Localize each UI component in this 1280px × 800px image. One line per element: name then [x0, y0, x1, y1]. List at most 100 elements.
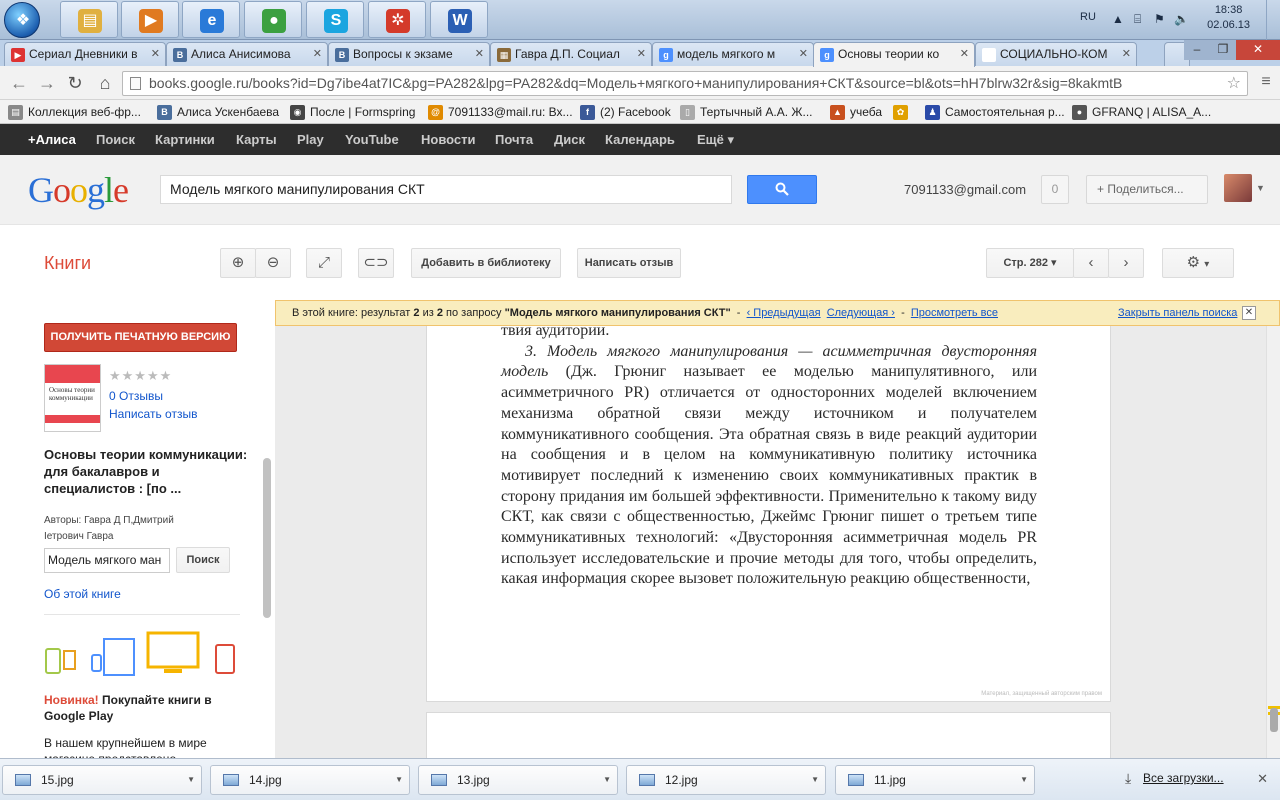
add-to-library-button[interactable]: Добавить в библиотеку	[411, 248, 561, 278]
taskbar-app-word[interactable]: W	[430, 1, 488, 38]
download-item[interactable]: 11.jpg ▼	[835, 765, 1035, 795]
download-item[interactable]: 14.jpg ▼	[210, 765, 410, 795]
link-button[interactable]: ⊂⊃	[358, 248, 394, 278]
flag-icon[interactable]: ⚑	[1154, 12, 1165, 26]
browser-tab[interactable]: В Алиса Анисимова ✕	[166, 42, 328, 66]
download-item[interactable]: 15.jpg ▼	[2, 765, 202, 795]
minimize-button[interactable]: –	[1184, 40, 1210, 60]
maximize-button[interactable]: ❐	[1210, 40, 1236, 60]
share-button[interactable]: + Поделиться...	[1086, 175, 1208, 204]
gbar-item[interactable]: Календарь	[605, 124, 675, 155]
tab-close-icon[interactable]: ✕	[313, 43, 322, 65]
gbar-item[interactable]: Play	[297, 124, 324, 155]
gbar-item[interactable]: Картинки	[155, 124, 215, 155]
gbar-item[interactable]: YouTube	[345, 124, 399, 155]
bookmark-item[interactable]: В Алиса Ускенбаева	[157, 103, 279, 121]
settings-button[interactable]: ⚙ ▾	[1162, 248, 1234, 278]
write-review-button[interactable]: Написать отзыв	[577, 248, 681, 278]
gbar-item[interactable]: Диск	[554, 124, 585, 155]
download-item[interactable]: 13.jpg ▼	[418, 765, 618, 795]
taskbar-app-skype[interactable]: S	[306, 1, 364, 38]
close-search-panel-link[interactable]: Закрыть панель поиска	[1118, 301, 1237, 325]
fullscreen-button[interactable]: ⤢	[306, 248, 342, 278]
address-bar[interactable]: books.google.ru/books?id=Dg7ibe4at7IC&pg…	[122, 71, 1248, 96]
bookmark-star-icon[interactable]: ☆	[1227, 72, 1241, 95]
volume-icon[interactable]: 🔈	[1174, 12, 1189, 26]
previous-page-button[interactable]: ‹	[1073, 248, 1109, 278]
account-email[interactable]: 7091133@gmail.com	[904, 182, 1026, 197]
taskbar-app-app-red[interactable]: ✲	[368, 1, 426, 38]
gbar-item[interactable]: Ещё ▾	[697, 124, 734, 155]
search-in-book-button[interactable]: Поиск	[176, 547, 230, 573]
gbar-item[interactable]: Новости	[421, 124, 476, 155]
chevron-down-icon[interactable]: ▼	[603, 766, 611, 794]
browser-tab[interactable]: ▦ Гавра Д.П. Социал ✕	[490, 42, 652, 66]
previous-result-link[interactable]: ‹ Предыдущая	[747, 307, 821, 319]
browser-tab[interactable]: СОЦИАЛЬНО-КОМ ✕	[975, 42, 1137, 66]
browser-tab[interactable]: В Вопросы к экзаме ✕	[328, 42, 490, 66]
browser-tab[interactable]: g Основы теории ко ✕	[813, 42, 975, 67]
browser-tab[interactable]: g модель мягкого м ✕	[652, 42, 814, 66]
forward-button[interactable]: →	[36, 72, 58, 94]
zoom-in-button[interactable]: ⊕	[220, 248, 256, 278]
bookmark-item[interactable]: ✿	[893, 103, 913, 121]
books-section-title[interactable]: Книги	[44, 253, 91, 274]
gbar-item[interactable]: Почта	[495, 124, 533, 155]
all-downloads-link[interactable]: Все загрузки...	[1143, 771, 1224, 785]
next-result-link[interactable]: Следующая ›	[827, 307, 895, 319]
bookmark-item[interactable]: ◉ После | Formspring	[290, 103, 415, 121]
start-button[interactable]: ❖	[4, 2, 40, 38]
clock[interactable]: 18:38 02.06.13	[1207, 3, 1250, 33]
tab-close-icon[interactable]: ✕	[475, 43, 484, 65]
home-button[interactable]: ⌂	[94, 72, 116, 94]
tray-arrow-icon[interactable]: ▲	[1112, 12, 1124, 26]
tab-close-icon[interactable]: ✕	[799, 43, 808, 65]
taskbar-app-explorer[interactable]: ▤	[60, 1, 118, 38]
search-button[interactable]	[747, 175, 817, 204]
chevron-down-icon[interactable]: ▼	[187, 766, 195, 794]
bookmark-item[interactable]: ▤ Коллекция веб-фр...	[8, 103, 141, 121]
view-all-link[interactable]: Просмотреть все	[911, 307, 998, 319]
chrome-menu-icon[interactable]: ≡	[1258, 74, 1274, 90]
chevron-down-icon[interactable]: ▼	[1020, 766, 1028, 794]
avatar[interactable]	[1224, 174, 1252, 202]
download-item[interactable]: 12.jpg ▼	[626, 765, 826, 795]
google-logo[interactable]: Google	[28, 169, 129, 211]
close-icon[interactable]: ✕	[1242, 306, 1256, 320]
notifications-button[interactable]: 0	[1041, 175, 1069, 204]
sidebar-scrollbar[interactable]	[263, 458, 271, 618]
bookmark-item[interactable]: @7091133@mail.ru: Вх...	[428, 103, 573, 121]
language-indicator[interactable]: RU	[1080, 11, 1096, 23]
tab-close-icon[interactable]: ✕	[960, 43, 969, 65]
write-review-link[interactable]: Написать отзыв	[109, 407, 197, 421]
reader-scrollbar[interactable]	[1266, 326, 1280, 758]
about-book-link[interactable]: Об этой книге	[44, 587, 121, 601]
network-icon[interactable]: ⌸	[1134, 12, 1141, 27]
bookmark-item[interactable]: ▯ Тертычный А.А. Ж...	[680, 103, 813, 121]
zoom-out-button[interactable]: ⊖	[255, 248, 291, 278]
book-cover[interactable]: Основы теории коммуникации	[44, 364, 101, 432]
search-input[interactable]: Модель мягкого манипулирования СКТ	[160, 175, 732, 204]
close-icon[interactable]: ✕	[1257, 771, 1268, 787]
gbar-item[interactable]: Карты	[236, 124, 277, 155]
taskbar-app-internet-explorer[interactable]: e	[182, 1, 240, 38]
tab-close-icon[interactable]: ✕	[151, 43, 160, 65]
taskbar-app-media-player[interactable]: ▶	[121, 1, 179, 38]
search-in-book-input[interactable]: Модель мягкого ман	[44, 548, 170, 573]
taskbar-app-chrome[interactable]: ●	[244, 1, 302, 38]
bookmark-item[interactable]: ▲ учеба	[830, 103, 882, 121]
reviews-link[interactable]: 0 Отзывы	[109, 389, 163, 403]
browser-tab[interactable]: ▶ Сериал Дневники в ✕	[4, 42, 166, 66]
gbar-item[interactable]: +Алиса	[28, 124, 76, 155]
reload-button[interactable]: ↻	[64, 72, 86, 94]
rating-stars[interactable]: ★★★★★	[109, 368, 172, 384]
back-button[interactable]: ←	[8, 72, 30, 94]
chevron-down-icon[interactable]: ▼	[811, 766, 819, 794]
show-desktop-button[interactable]	[1266, 0, 1280, 40]
chevron-down-icon[interactable]: ▼	[395, 766, 403, 794]
scrollbar-thumb[interactable]	[1270, 708, 1278, 732]
tab-close-icon[interactable]: ✕	[637, 43, 646, 65]
close-window-button[interactable]: ✕	[1236, 40, 1280, 60]
gbar-item[interactable]: Поиск	[96, 124, 135, 155]
get-print-version-button[interactable]: ПОЛУЧИТЬ ПЕЧАТНУЮ ВЕРСИЮ	[44, 323, 237, 352]
